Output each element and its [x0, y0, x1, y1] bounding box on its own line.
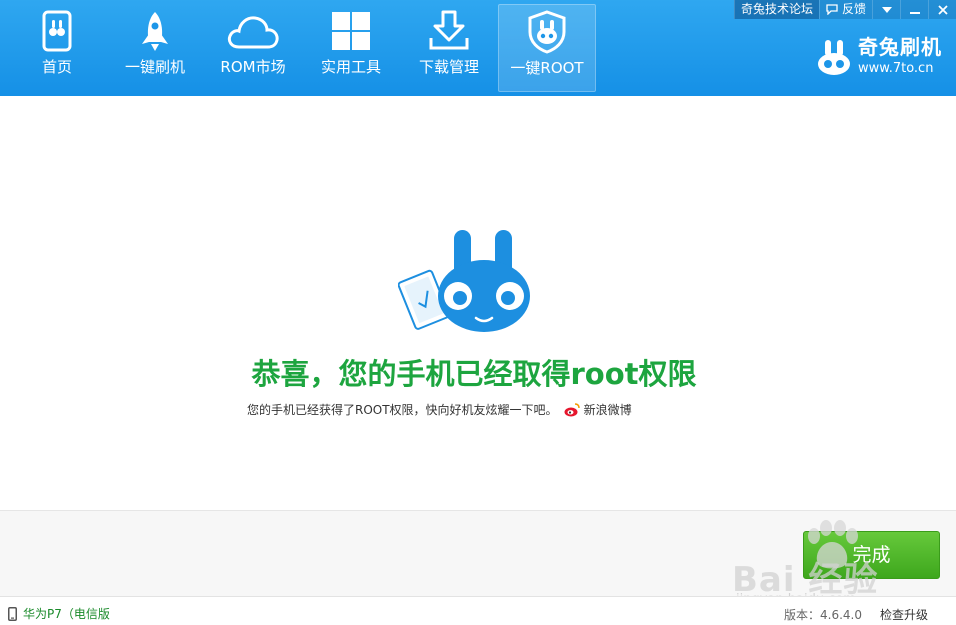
shield-rabbit-icon — [528, 10, 566, 54]
success-headline: 恭喜，您的手机已经取得root权限 — [251, 357, 697, 391]
close-icon — [937, 4, 948, 15]
brand-url: www.7to.cn — [858, 61, 934, 76]
nav-home[interactable]: 首页 — [8, 4, 106, 92]
download-icon — [429, 10, 469, 50]
minimize-button[interactable] — [900, 0, 928, 19]
feedback-label: 反馈 — [841, 2, 866, 16]
menu-dropdown-button[interactable] — [872, 0, 900, 19]
grid-icon — [332, 12, 370, 50]
chevron-down-icon — [881, 6, 892, 13]
minimize-icon — [909, 11, 920, 14]
feedback-button[interactable]: 反馈 — [818, 0, 872, 19]
status-bar: 华为P7（电信版 版本：4.6.4.0 检查升级 — [0, 596, 956, 625]
cloud-icon — [227, 16, 279, 49]
nav-root[interactable]: 一键ROOT — [498, 4, 596, 92]
rabbit-logo-icon — [818, 40, 850, 75]
nav-rom-market[interactable]: ROM市场 — [204, 4, 302, 92]
action-bar: 完成 — [0, 510, 956, 596]
brand-name: 奇兔刷机 — [858, 35, 942, 59]
nav-home-label: 首页 — [41, 58, 72, 76]
nav-tools[interactable]: 实用工具 — [302, 4, 400, 92]
main-nav: 首页 一键刷机 ROM市场 实用工具 下载管理 一键ROOT — [8, 0, 596, 96]
nav-downloads-label: 下载管理 — [418, 58, 479, 76]
weibo-icon — [564, 402, 580, 416]
chat-bubble-icon — [826, 4, 838, 15]
nav-flash[interactable]: 一键刷机 — [106, 4, 204, 92]
version-text: 版本：4.6.4.0 — [784, 608, 862, 622]
result-panel: 恭喜，您的手机已经取得root权限 您的手机已经获得了ROOT权限，快向好机友炫… — [0, 96, 956, 510]
device-name: 华为P7（电信版 — [23, 607, 110, 621]
nav-downloads[interactable]: 下载管理 — [400, 4, 498, 92]
nav-rom-market-label: ROM市场 — [220, 58, 286, 76]
weibo-share-link[interactable]: 新浪微博 — [564, 401, 632, 418]
app-header: 首页 一键刷机 ROM市场 实用工具 下载管理 一键ROOT 奇兔技术论坛 反馈… — [0, 0, 956, 96]
window-topbar: 奇兔技术论坛 反馈 — [733, 0, 956, 19]
close-button[interactable] — [928, 0, 956, 19]
subline-text: 您的手机已经获得了ROOT权限，快向好机友炫耀一下吧。 — [247, 403, 558, 417]
nav-tools-label: 实用工具 — [320, 58, 381, 76]
rabbit-mascot-icon — [398, 230, 530, 332]
done-button[interactable]: 完成 — [803, 531, 940, 579]
nav-root-label: 一键ROOT — [510, 59, 584, 77]
phone-icon — [8, 606, 17, 621]
forum-link[interactable]: 奇兔技术论坛 — [733, 0, 819, 19]
rocket-icon — [142, 12, 168, 51]
device-info: 华为P7（电信版 — [8, 605, 110, 622]
brand-logo: 奇兔刷机 www.7to.cn — [816, 36, 942, 78]
check-upgrade-link[interactable]: 检查升级 — [880, 606, 928, 623]
weibo-label: 新浪微博 — [583, 403, 632, 417]
success-subline: 您的手机已经获得了ROOT权限，快向好机友炫耀一下吧。 新浪微博 — [247, 401, 632, 418]
home-phone-icon — [42, 10, 72, 52]
nav-flash-label: 一键刷机 — [124, 58, 185, 76]
